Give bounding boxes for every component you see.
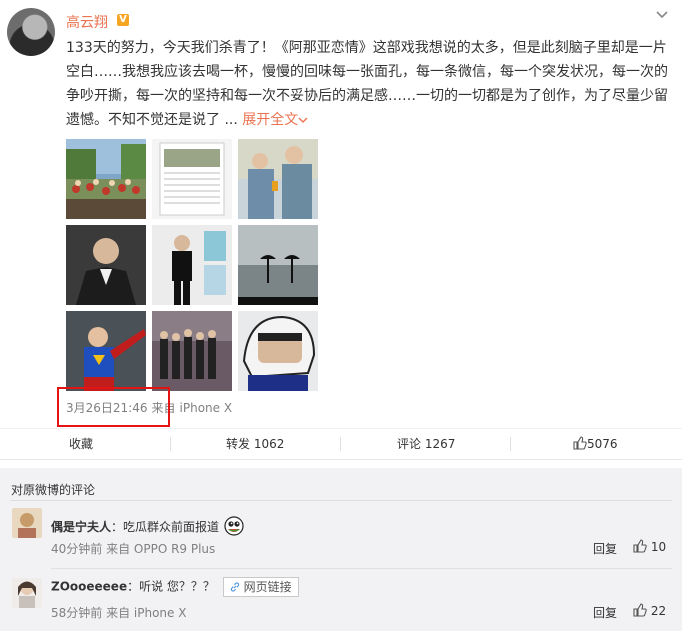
- commenter-name[interactable]: 偶是宁夫人: [51, 520, 111, 534]
- link-icon: [230, 582, 239, 592]
- thumbs-up-icon: [633, 539, 647, 553]
- photo-tuxedo-wall[interactable]: [152, 225, 232, 305]
- commenter-avatar[interactable]: [12, 578, 42, 608]
- user-avatar[interactable]: [7, 8, 55, 56]
- comment-like-button[interactable]: 10: [633, 539, 666, 554]
- comment-like-count: 22: [650, 604, 667, 618]
- comment-text: 听说 您？？？: [139, 579, 215, 594]
- comment-separator: ：: [127, 579, 140, 594]
- repost-button[interactable]: 转发 1062: [226, 429, 284, 459]
- expand-chevron-icon: [298, 117, 308, 123]
- photo-racing-helmet[interactable]: [238, 311, 318, 391]
- commenter-name[interactable]: ZOooeeeee: [51, 580, 127, 594]
- post-username[interactable]: 高云翔: [66, 12, 108, 32]
- photo-superman[interactable]: [66, 311, 146, 391]
- comment-like-count: 10: [650, 540, 667, 554]
- comments-divider: [10, 500, 672, 501]
- favorite-button[interactable]: 收藏: [69, 429, 93, 459]
- web-link-button[interactable]: 网页链接: [222, 577, 299, 597]
- comment-body: ZOooeeeee：听说 您？？？ 网页链接: [51, 577, 299, 597]
- comment-button[interactable]: 评论 1267: [397, 429, 455, 459]
- action-divider: [510, 437, 511, 451]
- comment-count: 1267: [424, 437, 456, 451]
- web-link-label: 网页链接: [243, 580, 292, 594]
- like-count: 5076: [587, 437, 618, 451]
- photo-document[interactable]: [152, 139, 232, 219]
- weibo-post: 高云翔 V 133天的努力，今天我们杀青了！《阿那亚恋情》这部戏我想说的太多，但…: [0, 0, 682, 467]
- comment-separator: ：: [111, 520, 124, 534]
- comment-body: 偶是宁夫人：吃瓜群众前面报道: [51, 515, 245, 537]
- thumbs-up-icon: [573, 436, 587, 450]
- photo-group-outdoor[interactable]: [66, 139, 146, 219]
- post-content: 133天的努力，今天我们杀青了！《阿那亚恋情》这部戏我想说的太多，但是此刻脑子里…: [66, 36, 672, 132]
- reply-button[interactable]: 回复: [593, 540, 617, 557]
- chevron-down-icon[interactable]: [655, 8, 669, 22]
- comment-text: 吃瓜群众前面报道: [123, 520, 220, 534]
- timestamp-highlight-box: [57, 387, 170, 427]
- commenter-avatar[interactable]: [12, 508, 42, 538]
- expand-label: 展开全文: [242, 112, 299, 128]
- melon-eating-emoji-icon: [224, 516, 244, 536]
- comments-section-title: 对原微博的评论: [11, 483, 96, 497]
- expand-full-text-link[interactable]: 展开全文: [242, 112, 308, 128]
- comment-label: 评论: [397, 437, 422, 451]
- photo-portrait-suit[interactable]: [66, 225, 146, 305]
- comment-divider: [51, 568, 672, 569]
- repost-count: 1062: [253, 437, 285, 451]
- repost-label: 转发: [226, 437, 251, 451]
- comment-like-button[interactable]: 22: [633, 603, 666, 618]
- action-divider: [170, 437, 171, 451]
- post-action-bar: 收藏 转发 1062 评论 1267 5076: [0, 428, 682, 460]
- photo-group-street[interactable]: [152, 311, 232, 391]
- post-text: 133天的努力，今天我们杀青了！《阿那亚恋情》这部戏我想说的太多，但是此刻脑子里…: [66, 40, 668, 128]
- photo-beach-umbrellas[interactable]: [238, 225, 318, 305]
- action-divider: [340, 437, 341, 451]
- thumbs-up-icon: [633, 603, 647, 617]
- verified-badge-icon: V: [117, 14, 129, 26]
- comment-time: 40分钟前 来自 OPPO R9 Plus: [51, 542, 216, 556]
- like-button[interactable]: 5076: [573, 429, 618, 459]
- comments-panel: 对原微博的评论 偶是宁夫人：吃瓜群众前面报道 40分钟前 来自 OPPO R9 …: [0, 468, 682, 631]
- photo-two-men-drinks[interactable]: [238, 139, 318, 219]
- post-source: iPhone X: [179, 401, 233, 415]
- reply-button[interactable]: 回复: [593, 604, 617, 621]
- comment-time: 58分钟前 来自 iPhone X: [51, 606, 187, 620]
